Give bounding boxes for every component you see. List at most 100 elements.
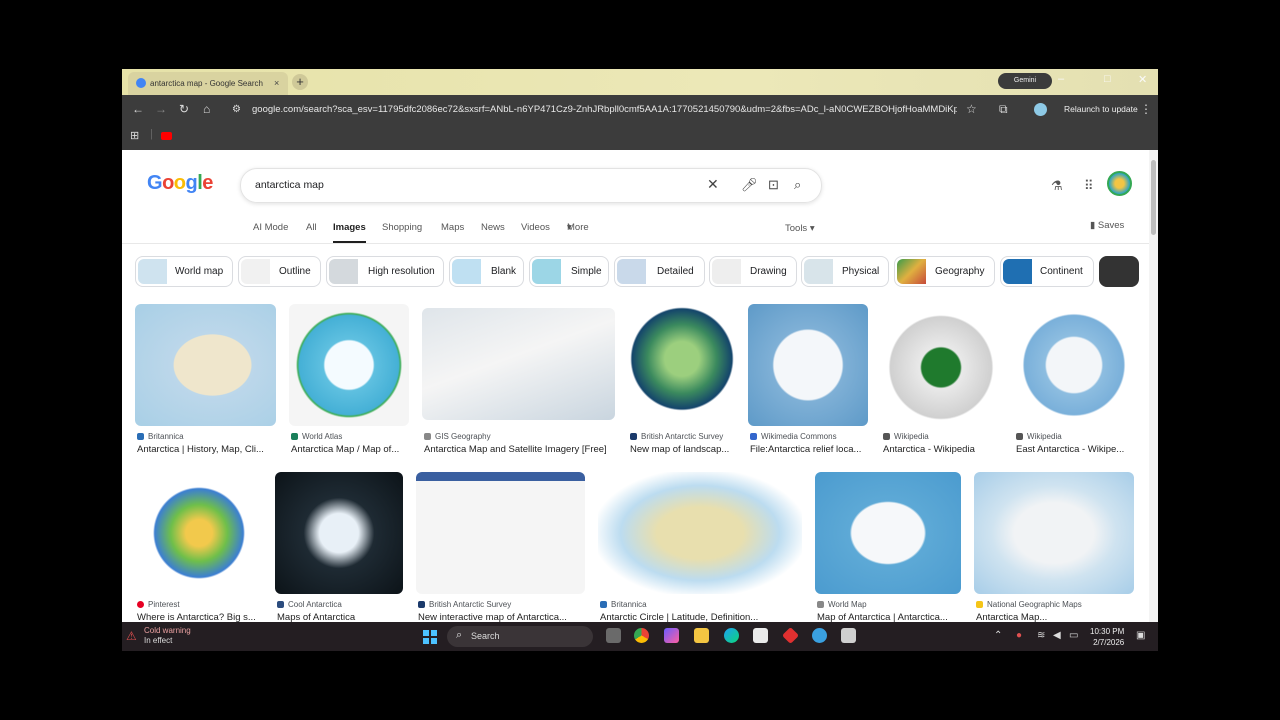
- result-thumbnail[interactable]: [416, 472, 585, 594]
- result-thumbnail[interactable]: [974, 472, 1134, 594]
- browser-tab[interactable]: antarctica map - Google Search ×: [128, 72, 288, 95]
- window-close-icon[interactable]: ✕: [1138, 73, 1147, 86]
- tab-shopping[interactable]: Shopping: [382, 222, 422, 233]
- result-source[interactable]: National Geographic Maps: [976, 600, 1082, 609]
- app-icon[interactable]: [782, 627, 799, 644]
- account-avatar[interactable]: [1107, 171, 1132, 196]
- tab-images[interactable]: Images: [333, 222, 366, 233]
- chrome-icon[interactable]: [634, 628, 649, 643]
- chip-detailed[interactable]: Detailed: [614, 256, 705, 287]
- result-source[interactable]: Pinterest: [137, 600, 180, 609]
- labs-icon[interactable]: ⚗: [1051, 178, 1063, 194]
- home-icon[interactable]: ⌂: [203, 102, 210, 116]
- chip-world-map[interactable]: World map: [135, 256, 233, 287]
- app-icon[interactable]: [812, 628, 827, 643]
- relaunch-button[interactable]: Relaunch to update: [1064, 104, 1138, 114]
- address-bar[interactable]: google.com/search?sca_esv=11795dfc2086ec…: [252, 104, 957, 115]
- window-maximize-icon[interactable]: □: [1104, 73, 1111, 85]
- chip-geography[interactable]: Geography: [894, 256, 995, 287]
- star-icon[interactable]: ☆: [966, 102, 977, 116]
- search-box[interactable]: antarctica map ✕ 🎤︎ ⊡ ⌕: [240, 168, 822, 203]
- wifi-icon[interactable]: ≋: [1037, 630, 1045, 641]
- reload-icon[interactable]: ↻: [179, 102, 189, 116]
- result-thumbnail[interactable]: [135, 304, 276, 426]
- weather-widget[interactable]: Cold warning In effect: [144, 626, 191, 646]
- result-title[interactable]: File:Antarctica relief loca...: [750, 444, 870, 455]
- tools-button[interactable]: Tools ▾: [785, 223, 815, 234]
- result-thumbnail[interactable]: [422, 308, 615, 420]
- result-source[interactable]: Britannica: [137, 432, 184, 441]
- chip-physical[interactable]: Physical: [801, 256, 889, 287]
- result-source[interactable]: Britannica: [600, 600, 647, 609]
- microphone-icon[interactable]: 🎤︎: [741, 177, 758, 193]
- chip-next[interactable]: [1099, 256, 1139, 287]
- volume-icon[interactable]: ◀: [1053, 630, 1061, 641]
- task-view-icon[interactable]: [606, 628, 621, 643]
- taskbar-search[interactable]: ⌕ Search: [447, 626, 593, 647]
- result-thumbnail[interactable]: [748, 304, 868, 426]
- result-source[interactable]: Wikipedia: [883, 432, 929, 441]
- chip-continent[interactable]: Continent: [1000, 256, 1094, 287]
- search-icon[interactable]: ⌕: [794, 177, 801, 193]
- forward-icon[interactable]: →: [155, 102, 167, 116]
- battery-icon[interactable]: ▭: [1069, 630, 1078, 641]
- tab-ai-mode[interactable]: AI Mode: [253, 222, 288, 233]
- tab-news[interactable]: News: [481, 222, 505, 233]
- result-source[interactable]: World Map: [817, 600, 867, 609]
- result-thumbnail[interactable]: [289, 304, 409, 426]
- result-source[interactable]: British Antarctic Survey: [630, 432, 723, 441]
- chip-simple[interactable]: Simple: [529, 256, 609, 287]
- tab-all[interactable]: All: [306, 222, 317, 233]
- result-title[interactable]: Antarctica Map and Satellite Imagery [Fr…: [424, 444, 617, 455]
- result-title[interactable]: East Antarctica - Wikipe...: [1016, 444, 1136, 455]
- result-title[interactable]: Antarctica - Wikipedia: [883, 444, 1003, 455]
- result-thumbnail[interactable]: [628, 304, 736, 426]
- chevron-up-icon[interactable]: ⌃: [994, 630, 1002, 641]
- result-source[interactable]: British Antarctic Survey: [418, 600, 511, 609]
- result-title[interactable]: Antarctica Map / Map of...: [291, 444, 411, 455]
- file-explorer-icon[interactable]: [694, 628, 709, 643]
- saves-button[interactable]: ▮ Saves: [1090, 220, 1124, 231]
- gemini-button[interactable]: Gemini: [998, 73, 1052, 89]
- tray-app-icon[interactable]: ●: [1016, 630, 1022, 641]
- menu-icon[interactable]: ⋮: [1140, 102, 1152, 116]
- app-icon[interactable]: [841, 628, 856, 643]
- youtube-icon[interactable]: [161, 132, 172, 140]
- google-logo[interactable]: Google: [147, 172, 213, 195]
- chip-blank[interactable]: Blank: [449, 256, 524, 287]
- copilot-icon[interactable]: [664, 628, 679, 643]
- result-title[interactable]: New map of landscap...: [630, 444, 738, 455]
- result-thumbnail[interactable]: [135, 472, 263, 594]
- new-tab-button[interactable]: +: [292, 74, 308, 90]
- store-icon[interactable]: [753, 628, 768, 643]
- clear-search-icon[interactable]: ✕: [707, 176, 719, 193]
- google-apps-icon[interactable]: ⠿: [1084, 178, 1094, 194]
- system-clock[interactable]: 10:30 PM 2/7/2026: [1090, 626, 1124, 648]
- window-minimize-icon[interactable]: –: [1058, 73, 1064, 85]
- result-thumbnail[interactable]: [881, 304, 1001, 426]
- scrollbar-thumb[interactable]: [1151, 160, 1156, 235]
- chip-outline[interactable]: Outline: [238, 256, 321, 287]
- result-thumbnail[interactable]: [598, 472, 802, 594]
- close-tab-icon[interactable]: ×: [274, 78, 279, 88]
- result-source[interactable]: Wikipedia: [1016, 432, 1062, 441]
- start-button[interactable]: [423, 630, 437, 644]
- site-info-icon[interactable]: ⚙: [232, 104, 241, 115]
- result-thumbnail[interactable]: [815, 472, 961, 594]
- tab-more[interactable]: More ▾: [567, 222, 589, 233]
- weather-warning-icon[interactable]: ⚠: [126, 629, 137, 643]
- tab-maps[interactable]: Maps: [441, 222, 464, 233]
- result-source[interactable]: World Atlas: [291, 432, 342, 441]
- chip-drawing[interactable]: Drawing: [709, 256, 797, 287]
- page-scrollbar[interactable]: [1149, 150, 1158, 622]
- result-title[interactable]: Antarctica | History, Map, Cli...: [137, 444, 278, 455]
- search-input[interactable]: antarctica map: [255, 179, 324, 191]
- chip-high-resolution[interactable]: High resolution: [326, 256, 444, 287]
- lens-icon[interactable]: ⊡: [768, 177, 779, 193]
- edge-icon[interactable]: [724, 628, 739, 643]
- result-source[interactable]: Cool Antarctica: [277, 600, 342, 609]
- apps-icon[interactable]: ⊞: [130, 129, 139, 142]
- tab-videos[interactable]: Videos: [521, 222, 550, 233]
- result-thumbnail[interactable]: [1014, 304, 1134, 426]
- back-icon[interactable]: ←: [132, 102, 144, 116]
